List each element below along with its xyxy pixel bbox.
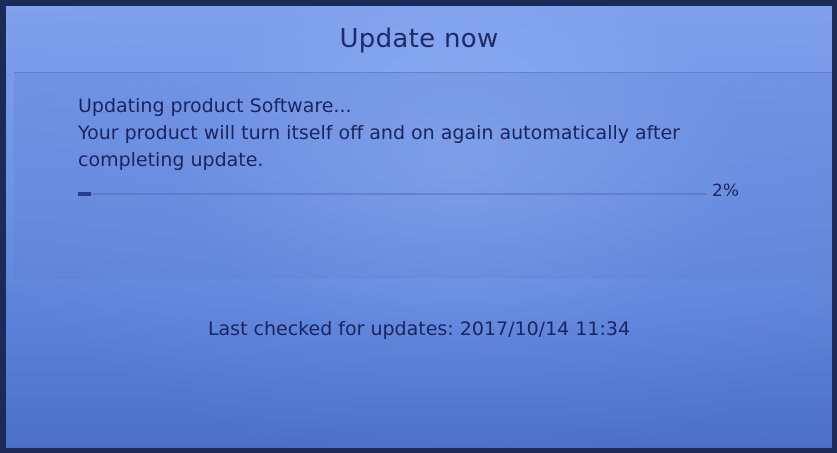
message-line-status: Updating product Software...: [78, 95, 352, 117]
update-message: Updating product Software... Your produc…: [78, 93, 718, 174]
tv-screen: Update now Updating product Software... …: [6, 6, 832, 448]
dialog-title: Update now: [339, 24, 499, 54]
message-line-restart-notice: Your product will turn itself off and on…: [78, 122, 680, 144]
message-line-completion: completing update.: [78, 149, 264, 171]
update-status-panel: Updating product Software... Your produc…: [14, 72, 832, 279]
update-progress-fill: [78, 192, 91, 196]
last-checked-timestamp: Last checked for updates: 2017/10/14 11:…: [207, 318, 631, 340]
update-progress-percent: 2%: [712, 181, 739, 201]
update-progress-bar: [78, 192, 706, 196]
